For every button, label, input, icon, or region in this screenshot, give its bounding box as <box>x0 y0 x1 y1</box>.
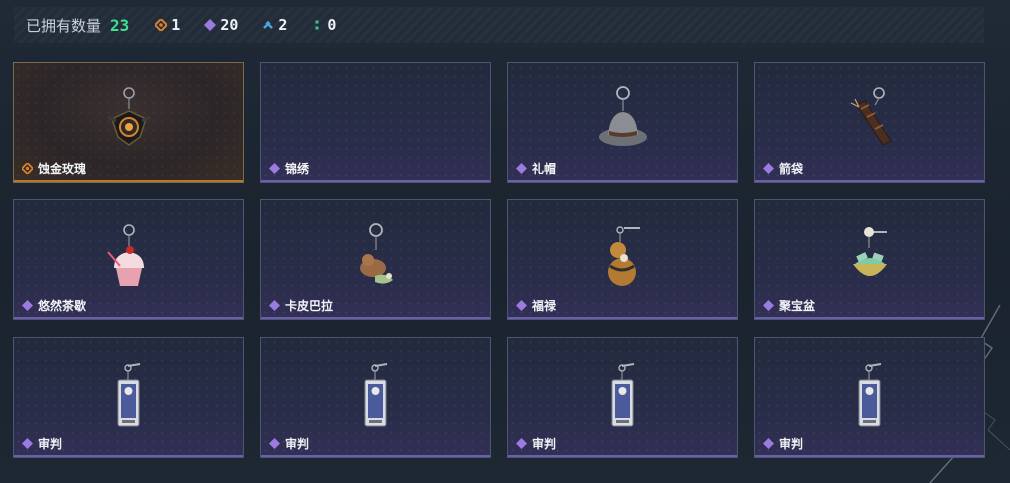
charm-name: 聚宝盆 <box>779 299 816 313</box>
top-hat-charm-icon <box>598 86 647 146</box>
charm-name-row: 悠然茶歇 <box>22 297 86 314</box>
charm-name-row: 审判 <box>763 435 803 452</box>
orange-rarity-icon <box>155 19 168 31</box>
purple-rarity-icon <box>763 438 774 449</box>
charm-name-row: 审判 <box>516 435 556 452</box>
charm-card-treasure-bowl[interactable]: 聚宝盆 <box>754 199 985 320</box>
purple-rarity-icon <box>22 300 33 311</box>
charm-card-golden-rose[interactable]: 蚀金玫瑰 <box>13 62 244 183</box>
cupcake-charm-icon <box>106 224 144 286</box>
purple-rarity-icon <box>516 300 527 311</box>
charm-name-row: 聚宝盆 <box>763 297 815 314</box>
purple-rarity-count: 20 <box>204 16 238 34</box>
green-rarity-value: 0 <box>327 16 337 34</box>
charm-card-top-hat[interactable]: 礼帽 <box>507 62 738 183</box>
purple-rarity-icon <box>22 438 33 449</box>
charm-card-judgment-1[interactable]: 审判 <box>13 337 244 458</box>
orange-rarity-icon <box>22 163 33 174</box>
charm-name: 箭袋 <box>779 162 804 176</box>
blue-rarity-count: 2 <box>262 16 287 34</box>
judgment-card-charm-icon <box>364 363 387 427</box>
judgment-card-charm-icon <box>858 363 881 427</box>
purple-rarity-icon <box>763 300 774 311</box>
charm-name: 蚀金玫瑰 <box>38 162 87 176</box>
blue-rarity-icon <box>263 20 274 29</box>
purple-rarity-icon <box>516 438 527 449</box>
charm-card-judgment-4[interactable]: 审判 <box>754 337 985 458</box>
charm-name: 悠然茶歇 <box>38 299 87 313</box>
charm-name-row: 审判 <box>269 435 309 452</box>
ownership-summary-bar: 已拥有数量 23 1 20 2 0 <box>14 7 984 43</box>
purple-rarity-icon <box>204 19 217 31</box>
charm-card-capybara[interactable]: 卡皮巴拉 <box>260 199 491 320</box>
charm-name-row: 箭袋 <box>763 160 803 177</box>
orange-rarity-value: 1 <box>171 16 181 34</box>
gourd-charm-icon <box>607 226 640 286</box>
quiver-charm-icon <box>850 87 892 146</box>
orange-rarity-count: 1 <box>155 16 180 34</box>
charm-card-judgment-2[interactable]: 审判 <box>260 337 491 458</box>
golden-rose-charm-icon <box>106 87 151 146</box>
charm-name-row: 蚀金玫瑰 <box>22 160 86 177</box>
purple-rarity-icon <box>269 163 280 174</box>
charm-name: 礼帽 <box>532 162 557 176</box>
judgment-card-charm-icon <box>611 363 634 427</box>
purple-rarity-icon <box>269 438 280 449</box>
charm-name-row: 卡皮巴拉 <box>269 297 333 314</box>
charm-name: 审判 <box>532 437 557 451</box>
charm-card-jinxiu[interactable]: 锦绣 <box>260 62 491 183</box>
charm-name-row: 福禄 <box>516 297 556 314</box>
judgment-card-charm-icon <box>117 363 140 427</box>
charm-name: 审判 <box>285 437 310 451</box>
charm-name-row: 锦绣 <box>269 160 309 177</box>
treasure-bowl-charm-icon <box>852 227 887 276</box>
charm-name: 审判 <box>779 437 804 451</box>
charm-name: 审判 <box>38 437 63 451</box>
owned-count-total: 23 <box>110 15 130 35</box>
owned-count-label: 已拥有数量 <box>26 16 102 35</box>
green-rarity-icon <box>315 20 319 30</box>
purple-rarity-icon <box>269 300 280 311</box>
charm-name-row: 审判 <box>22 435 62 452</box>
capybara-charm-icon <box>359 223 393 284</box>
charm-name: 锦绣 <box>285 162 310 176</box>
charm-collection-screen: 已拥有数量 23 1 20 2 0 蚀金玫瑰 锦绣 礼帽 箭袋 悠然茶歇 卡皮巴… <box>0 0 1010 483</box>
charm-card-tea-break[interactable]: 悠然茶歇 <box>13 199 244 320</box>
charm-card-fulu[interactable]: 福禄 <box>507 199 738 320</box>
green-rarity-count: 0 <box>311 16 336 34</box>
purple-rarity-icon <box>516 163 527 174</box>
purple-rarity-value: 20 <box>220 16 239 34</box>
charm-name: 卡皮巴拉 <box>285 299 334 313</box>
charm-name: 福禄 <box>532 299 557 313</box>
charm-name-row: 礼帽 <box>516 160 556 177</box>
purple-rarity-icon <box>763 163 774 174</box>
blue-rarity-value: 2 <box>278 16 288 34</box>
charm-card-judgment-3[interactable]: 审判 <box>507 337 738 458</box>
charm-card-quiver[interactable]: 箭袋 <box>754 62 985 183</box>
